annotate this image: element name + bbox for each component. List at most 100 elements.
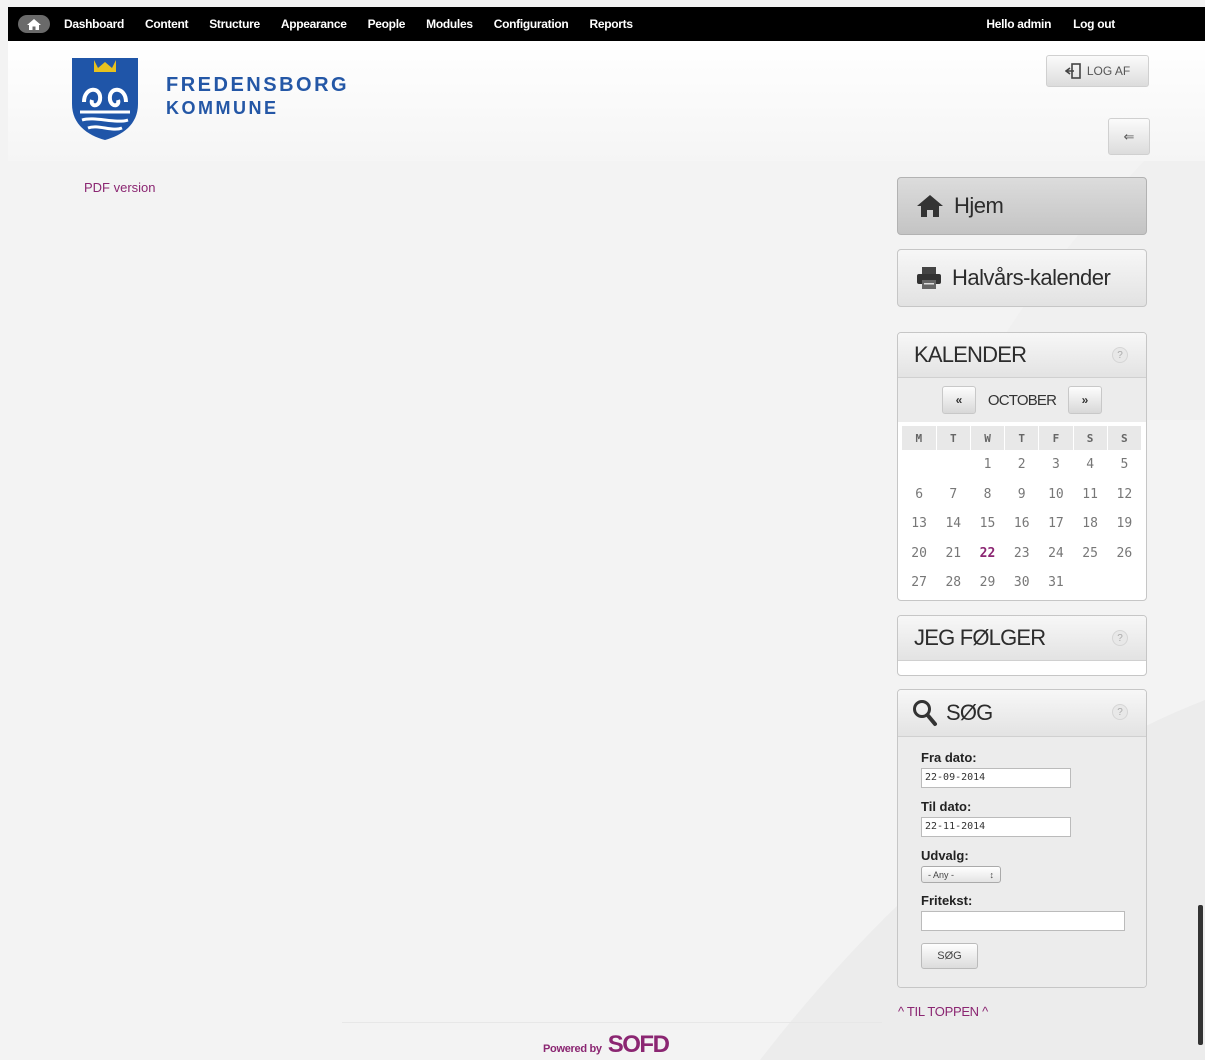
to-date-input[interactable]: 22-11-2014 xyxy=(921,817,1071,837)
calendar-empty-cell xyxy=(902,450,936,480)
calendar-weekday: T xyxy=(1004,426,1040,450)
calendar-day[interactable]: 29 xyxy=(970,568,1004,598)
calendar-day[interactable]: 17 xyxy=(1039,509,1073,539)
admin-home-button[interactable] xyxy=(18,15,50,33)
calendar-prev-month-button[interactable]: « xyxy=(942,386,976,414)
search-submit-button[interactable]: SØG xyxy=(921,943,978,969)
calendar-day[interactable]: 24 xyxy=(1039,539,1073,569)
from-date-label: Fra dato: xyxy=(921,750,977,765)
logout-button[interactable]: LOG AF xyxy=(1046,55,1149,87)
nav-button-halvaars-kalender[interactable]: Halvårs-kalender xyxy=(897,249,1147,307)
nav-button-hjem[interactable]: Hjem xyxy=(897,177,1147,235)
help-icon[interactable]: ? xyxy=(1112,704,1128,720)
calendar-day[interactable]: 30 xyxy=(1005,568,1039,598)
search-form: Fra dato: 22-09-2014 Til dato: 22-11-201… xyxy=(898,737,1146,987)
calendar-day[interactable]: 7 xyxy=(936,480,970,510)
help-icon[interactable]: ? xyxy=(1112,347,1128,363)
back-to-top-link[interactable]: ^ TIL TOPPEN ^ xyxy=(898,1004,988,1019)
admin-greeting-link[interactable]: Hello admin xyxy=(986,17,1051,31)
calendar-panel: KALENDER ? « OCTOBER » M T W T F S S 123… xyxy=(897,332,1147,601)
search-panel: SØG ? Fra dato: 22-09-2014 Til dato: 22-… xyxy=(897,689,1147,988)
committee-label: Udvalg: xyxy=(921,848,969,863)
admin-menu-people[interactable]: People xyxy=(368,17,406,31)
footer-divider xyxy=(342,1022,882,1023)
admin-menu: Dashboard Content Structure Appearance P… xyxy=(64,17,654,31)
calendar-empty-cell xyxy=(936,450,970,480)
calendar-day[interactable]: 12 xyxy=(1107,480,1141,510)
calendar-week-row: 20 21 22 23 24 25 26 xyxy=(902,539,1142,569)
calendar-month-label: OCTOBER xyxy=(987,391,1057,409)
admin-menu-structure[interactable]: Structure xyxy=(209,17,260,31)
calendar-week-row: 27 28 29 30 31 xyxy=(902,568,1142,598)
admin-menu-configuration[interactable]: Configuration xyxy=(494,17,569,31)
calendar-weekday: W xyxy=(970,426,1006,450)
calendar-next-month-button[interactable]: » xyxy=(1068,386,1102,414)
calendar-day[interactable]: 9 xyxy=(1005,480,1039,510)
admin-menu-modules[interactable]: Modules xyxy=(426,17,473,31)
committee-select[interactable]: - Any - ↕ xyxy=(921,866,1001,883)
calendar-empty-cell xyxy=(1073,568,1107,598)
calendar-empty-cell xyxy=(1107,568,1141,598)
calendar-day[interactable]: 10 xyxy=(1039,480,1073,510)
calendar-day[interactable]: 8 xyxy=(970,480,1004,510)
calendar-weekday: T xyxy=(936,426,971,450)
site-header: FREDENSBORG KOMMUNE LOG AF ⇐ xyxy=(8,41,1205,161)
calendar-day[interactable]: 23 xyxy=(1005,539,1039,569)
pdf-version-link[interactable]: PDF version xyxy=(84,180,156,195)
freetext-label: Fritekst: xyxy=(921,893,973,908)
calendar-day[interactable]: 27 xyxy=(902,568,936,598)
calendar-week-row: 6 7 8 9 10 11 12 xyxy=(902,480,1142,510)
powered-by-footer: Powered by SOFD xyxy=(543,1031,670,1059)
freetext-input[interactable] xyxy=(921,911,1125,931)
calendar-day[interactable]: 31 xyxy=(1039,568,1073,598)
calendar-day[interactable]: 6 xyxy=(902,480,936,510)
from-date-input[interactable]: 22-09-2014 xyxy=(921,768,1071,788)
admin-logout-link[interactable]: Log out xyxy=(1073,17,1115,31)
calendar-day[interactable]: 19 xyxy=(1107,509,1141,539)
calendar-weekday: F xyxy=(1038,426,1074,450)
admin-menu-dashboard[interactable]: Dashboard xyxy=(64,17,124,31)
calendar-weekday-row: M T W T F S S xyxy=(902,426,1143,450)
admin-menu-appearance[interactable]: Appearance xyxy=(281,17,347,31)
printer-icon xyxy=(916,266,942,290)
nav-button-label: Halvårs-kalender xyxy=(952,265,1111,290)
calendar-day[interactable]: 16 xyxy=(1005,509,1039,539)
admin-menu-reports[interactable]: Reports xyxy=(589,17,633,31)
calendar-weekday: S xyxy=(1107,426,1143,450)
collapse-sidebar-button[interactable]: ⇐ xyxy=(1108,118,1150,155)
calendar-day[interactable]: 20 xyxy=(902,539,936,569)
home-icon xyxy=(916,194,944,218)
calendar-day[interactable]: 14 xyxy=(936,509,970,539)
calendar-day[interactable]: 4 xyxy=(1073,450,1107,480)
calendar-week-row: 12345 xyxy=(902,450,1142,480)
calendar-day[interactable]: 21 xyxy=(936,539,970,569)
page-scrollbar[interactable] xyxy=(1198,905,1203,1045)
calendar-day[interactable]: 28 xyxy=(936,568,970,598)
calendar-day[interactable]: 25 xyxy=(1073,539,1107,569)
calendar-day[interactable]: 2 xyxy=(1005,450,1039,480)
municipality-shield-logo[interactable] xyxy=(70,56,140,142)
nav-button-label: Hjem xyxy=(954,193,1004,218)
calendar-panel-header: KALENDER ? xyxy=(898,333,1146,378)
calendar-day[interactable]: 22 xyxy=(970,539,1004,569)
to-date-label: Til dato: xyxy=(921,799,972,814)
home-icon xyxy=(27,18,41,30)
calendar-day[interactable]: 13 xyxy=(902,509,936,539)
calendar-day[interactable]: 18 xyxy=(1073,509,1107,539)
select-arrows-icon: ↕ xyxy=(989,869,995,880)
following-panel: JEG FØLGER ? xyxy=(897,615,1147,676)
help-icon[interactable]: ? xyxy=(1112,630,1128,646)
admin-toolbar: Dashboard Content Structure Appearance P… xyxy=(8,7,1205,41)
calendar-day[interactable]: 1 xyxy=(970,450,1004,480)
calendar-day[interactable]: 3 xyxy=(1039,450,1073,480)
calendar-day[interactable]: 26 xyxy=(1107,539,1141,569)
calendar-day[interactable]: 5 xyxy=(1107,450,1141,480)
calendar-week-row: 13 14 15 16 17 18 19 xyxy=(902,509,1142,539)
calendar-day[interactable]: 11 xyxy=(1073,480,1107,510)
calendar-day[interactable]: 15 xyxy=(970,509,1004,539)
sofd-brand-link[interactable]: SOFD xyxy=(608,1031,670,1059)
calendar-month-nav: « OCTOBER » xyxy=(898,378,1146,422)
search-panel-header: SØG ? xyxy=(898,690,1146,737)
calendar-grid: M T W T F S S 1 2 3 4 5 6 7 8 9 10 11 12 13 14 15 16 17 1… xyxy=(902,426,1143,598)
admin-menu-content[interactable]: Content xyxy=(145,17,189,31)
